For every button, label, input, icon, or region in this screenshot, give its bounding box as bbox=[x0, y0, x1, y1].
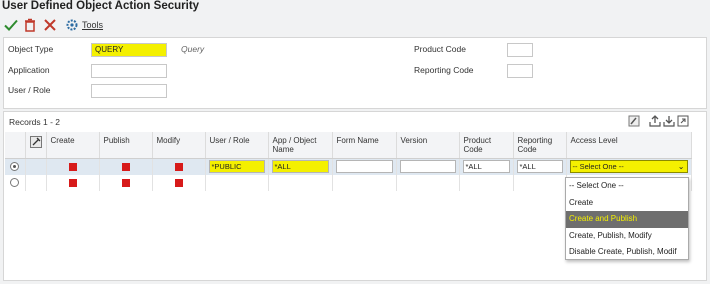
tools-menu[interactable]: Tools bbox=[82, 20, 103, 30]
access-level-dropdown: -- Select One -- Create Create and Publi… bbox=[565, 177, 689, 260]
dropdown-option-create-and-publish[interactable]: Create and Publish bbox=[566, 211, 688, 228]
app-object-name-cell[interactable]: *ALL bbox=[271, 160, 329, 174]
chevron-down-icon: ⌄ bbox=[677, 162, 685, 172]
modify-checkbox[interactable] bbox=[174, 162, 183, 171]
radio-column-header bbox=[5, 132, 26, 159]
user-role-cell[interactable]: *PUBLIC bbox=[208, 160, 265, 174]
gear-icon[interactable] bbox=[64, 17, 80, 33]
modify-column-header[interactable]: Modify bbox=[152, 132, 206, 159]
form-name-column-header[interactable]: Form Name bbox=[332, 132, 397, 159]
create-checkbox[interactable] bbox=[68, 178, 77, 187]
application-input[interactable] bbox=[91, 64, 167, 78]
records-count: Records 1 - 2 bbox=[9, 117, 61, 127]
user-role-column-header[interactable]: User / Role bbox=[205, 132, 269, 159]
check-icon[interactable] bbox=[3, 17, 19, 33]
dropdown-option-create[interactable]: Create bbox=[566, 195, 688, 212]
form-name-cell[interactable] bbox=[335, 160, 393, 174]
criteria-panel: Object Type QUERY Query Application User… bbox=[3, 37, 707, 109]
reporting-code-label: Reporting Code bbox=[414, 65, 474, 75]
grid-header: Create Publish Modify User / Role App / … bbox=[5, 132, 692, 159]
row-select-radio[interactable] bbox=[10, 162, 20, 172]
app-object-name-column-header[interactable]: App / Object Name bbox=[268, 132, 333, 159]
create-checkbox[interactable] bbox=[68, 162, 77, 171]
create-column-header[interactable]: Create bbox=[46, 132, 100, 159]
modify-checkbox[interactable] bbox=[174, 178, 183, 187]
toolbar: Tools bbox=[0, 15, 710, 35]
publish-column-header[interactable]: Publish bbox=[99, 132, 153, 159]
close-icon[interactable] bbox=[42, 17, 58, 33]
object-type-description: Query bbox=[181, 44, 205, 54]
access-level-select[interactable]: -- Select One -- ⌄ bbox=[569, 160, 688, 174]
object-type-input[interactable]: QUERY bbox=[91, 43, 167, 57]
reporting-code-cell[interactable]: *ALL bbox=[516, 160, 563, 174]
grid-options-header[interactable] bbox=[25, 132, 47, 159]
row-select-radio[interactable] bbox=[10, 178, 20, 187]
product-code-cell[interactable]: *ALL bbox=[462, 160, 510, 174]
access-level-column-header[interactable]: Access Level bbox=[566, 132, 692, 159]
reporting-code-input[interactable] bbox=[507, 64, 533, 78]
import-icon[interactable] bbox=[663, 115, 675, 127]
user-role-label: User / Role bbox=[8, 85, 51, 95]
maximize-grid-icon[interactable] bbox=[677, 115, 689, 127]
access-level-selected-value: -- Select One -- bbox=[572, 162, 624, 172]
reporting-code-column-header[interactable]: Reporting Code bbox=[513, 132, 567, 159]
dropdown-option-select-one[interactable]: -- Select One -- bbox=[566, 178, 688, 195]
page-title: User Defined Object Action Security bbox=[2, 0, 200, 12]
user-role-input[interactable] bbox=[91, 84, 167, 98]
version-cell[interactable] bbox=[399, 160, 456, 174]
dropdown-option-create-publish-modify[interactable]: Create, Publish, Modify bbox=[566, 228, 688, 245]
dropdown-option-disable-create[interactable]: Disable Create, Publish, Modif bbox=[566, 244, 688, 261]
publish-checkbox[interactable] bbox=[121, 178, 130, 187]
table-row[interactable]: *PUBLIC *ALL *ALL *ALL -- Select One -- … bbox=[5, 158, 692, 175]
export-icon[interactable] bbox=[649, 115, 661, 127]
product-code-label: Product Code bbox=[414, 44, 466, 54]
version-column-header[interactable]: Version bbox=[396, 132, 460, 159]
edit-grid-icon[interactable] bbox=[628, 115, 640, 127]
product-code-input[interactable] bbox=[507, 43, 533, 57]
object-type-label: Object Type bbox=[8, 44, 54, 54]
product-code-column-header[interactable]: Product Code bbox=[459, 132, 514, 159]
publish-checkbox[interactable] bbox=[121, 162, 130, 171]
edit-row-icon[interactable] bbox=[29, 136, 42, 148]
trash-icon[interactable] bbox=[22, 17, 38, 33]
application-label: Application bbox=[8, 65, 50, 75]
